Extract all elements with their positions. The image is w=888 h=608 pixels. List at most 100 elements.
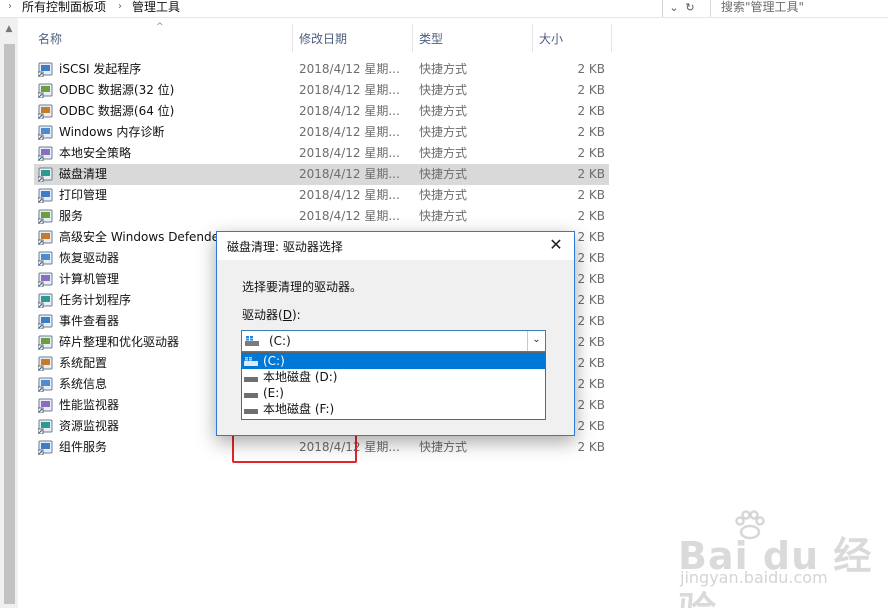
- file-name: 资源监视器: [59, 419, 120, 433]
- file-size: 2 KB: [577, 356, 605, 370]
- file-name: 组件服务: [59, 440, 108, 454]
- system-info-icon: [38, 377, 53, 392]
- drive-option[interactable]: 本地磁盘 (F:): [242, 401, 545, 417]
- disk-cleanup-drive-dialog: 磁盘清理: 驱动器选择 ✕ 选择要清理的驱动器。 驱动器(D): (C:) ⌄ …: [216, 231, 575, 436]
- memory-diagnostic-icon: [38, 125, 53, 140]
- dialog-titlebar[interactable]: 磁盘清理: 驱动器选择 ✕: [217, 232, 574, 260]
- event-viewer-icon: [38, 314, 53, 329]
- file-type: 快捷方式: [419, 146, 468, 160]
- file-type: 快捷方式: [419, 188, 468, 202]
- file-size: 2 KB: [577, 272, 605, 286]
- component-services-icon: [38, 440, 53, 455]
- file-date: 2018/4/12 星期...: [299, 104, 400, 118]
- task-scheduler-icon: [38, 293, 53, 308]
- file-size: 2 KB: [577, 251, 605, 265]
- file-type: 快捷方式: [419, 167, 468, 181]
- file-name: Windows 内存诊断: [59, 125, 165, 139]
- file-name: 事件查看器: [59, 314, 120, 328]
- file-row[interactable]: iSCSI 发起程序 2018/4/12 星期... 快捷方式 2 KB: [34, 59, 609, 80]
- file-size: 2 KB: [577, 62, 605, 76]
- file-size: 2 KB: [577, 146, 605, 160]
- breadcrumb-separator-icon[interactable]: ›: [118, 0, 122, 16]
- file-row[interactable]: 打印管理 2018/4/12 星期... 快捷方式 2 KB: [34, 185, 609, 206]
- file-name: 任务计划程序: [59, 293, 132, 307]
- file-size: 2 KB: [577, 167, 605, 181]
- file-type: 快捷方式: [419, 440, 468, 454]
- watermark-url: jingyan.baidu.com: [680, 568, 828, 587]
- file-row[interactable]: 服务 2018/4/12 星期... 快捷方式 2 KB: [34, 206, 609, 227]
- windows-drive-icon: [244, 357, 258, 366]
- file-type: 快捷方式: [419, 62, 468, 76]
- scroll-up-arrow-icon[interactable]: ▲: [0, 24, 18, 34]
- file-size: 2 KB: [577, 419, 605, 433]
- column-header-date[interactable]: 修改日期: [293, 24, 411, 52]
- resource-monitor-icon: [38, 419, 53, 434]
- file-size: 2 KB: [577, 83, 605, 97]
- breadcrumb-item-admin-tools[interactable]: 管理工具: [132, 0, 180, 16]
- computer-management-icon: [38, 272, 53, 287]
- security-policy-icon: [38, 146, 53, 161]
- file-size: 2 KB: [577, 230, 605, 244]
- defrag-icon: [38, 335, 53, 350]
- windows-drive-icon: [245, 336, 259, 346]
- file-name: 本地安全策略: [59, 146, 132, 160]
- file-row[interactable]: ODBC 数据源(32 位) 2018/4/12 星期... 快捷方式 2 KB: [34, 80, 609, 101]
- disk-cleanup-icon: [38, 167, 53, 182]
- file-name: 恢复驱动器: [59, 251, 120, 265]
- system-config-icon: [38, 356, 53, 371]
- refresh-icon[interactable]: ↻: [682, 0, 698, 17]
- column-divider[interactable]: [611, 24, 612, 52]
- file-size: 2 KB: [577, 335, 605, 349]
- column-header-name[interactable]: 名称: [32, 24, 288, 52]
- breadcrumb-separator-icon[interactable]: ›: [8, 0, 12, 16]
- dialog-title: 磁盘清理: 驱动器选择: [227, 240, 343, 254]
- file-size: 2 KB: [577, 440, 605, 454]
- file-name: 服务: [59, 209, 84, 223]
- column-header-type[interactable]: 类型: [413, 24, 531, 52]
- navigation-pane-scrollbar[interactable]: ▲: [0, 18, 18, 608]
- scrollbar-thumb[interactable]: [4, 44, 15, 604]
- file-row[interactable]: 本地安全策略 2018/4/12 星期... 快捷方式 2 KB: [34, 143, 609, 164]
- file-name: 计算机管理: [59, 272, 120, 286]
- column-header-size[interactable]: 大小: [533, 24, 609, 52]
- drive-select-value: (C:): [269, 334, 291, 348]
- chevron-down-icon[interactable]: ⌄: [527, 331, 545, 351]
- file-name: 磁盘清理: [59, 167, 108, 181]
- file-size: 2 KB: [577, 125, 605, 139]
- file-date: 2018/4/12 星期...: [299, 125, 400, 139]
- drive-select[interactable]: (C:) ⌄: [241, 330, 546, 352]
- file-name: 打印管理: [59, 188, 108, 202]
- file-size: 2 KB: [577, 188, 605, 202]
- drive-option[interactable]: (C:): [242, 353, 545, 369]
- watermark-logo: Bai du 经验: [678, 534, 873, 608]
- file-size: 2 KB: [577, 209, 605, 223]
- file-type: 快捷方式: [419, 83, 468, 97]
- drive-label: 驱动器(D):: [242, 308, 301, 322]
- drive-option[interactable]: 本地磁盘 (D:): [242, 369, 545, 385]
- file-size: 2 KB: [577, 314, 605, 328]
- breadcrumb-item-control-panel[interactable]: 所有控制面板项: [22, 0, 106, 16]
- search-input[interactable]: 搜索"管理工具": [710, 0, 888, 17]
- odbc-icon: [38, 83, 53, 98]
- file-name: 性能监视器: [59, 398, 120, 412]
- file-date: 2018/4/12 星期...: [299, 167, 400, 181]
- file-type: 快捷方式: [419, 125, 468, 139]
- file-type: 快捷方式: [419, 104, 468, 118]
- drive-option[interactable]: (E:): [242, 385, 545, 401]
- file-row[interactable]: 磁盘清理 2018/4/12 星期... 快捷方式 2 KB: [34, 164, 609, 185]
- file-date: 2018/4/12 星期...: [299, 188, 400, 202]
- file-size: 2 KB: [577, 398, 605, 412]
- file-name: ODBC 数据源(64 位): [59, 104, 175, 118]
- file-row[interactable]: Windows 内存诊断 2018/4/12 星期... 快捷方式 2 KB: [34, 122, 609, 143]
- hard-drive-icon: [244, 409, 258, 414]
- drive-option-label: 本地磁盘 (D:): [263, 370, 338, 384]
- address-history-dropdown-icon[interactable]: ⌄: [666, 0, 682, 17]
- printer-icon: [38, 188, 53, 203]
- file-row[interactable]: ODBC 数据源(64 位) 2018/4/12 星期... 快捷方式 2 KB: [34, 101, 609, 122]
- iscsi-globe-icon: [38, 62, 53, 77]
- drive-options-list: (C:) 本地磁盘 (D:) (E:) 本地磁盘 (F:): [241, 352, 546, 420]
- hard-drive-icon: [244, 377, 258, 382]
- address-bar: › 所有控制面板项 › 管理工具 ⌄ ↻ 搜索"管理工具": [0, 0, 888, 18]
- file-name: 碎片整理和优化驱动器: [59, 335, 180, 349]
- close-icon[interactable]: ✕: [548, 235, 564, 254]
